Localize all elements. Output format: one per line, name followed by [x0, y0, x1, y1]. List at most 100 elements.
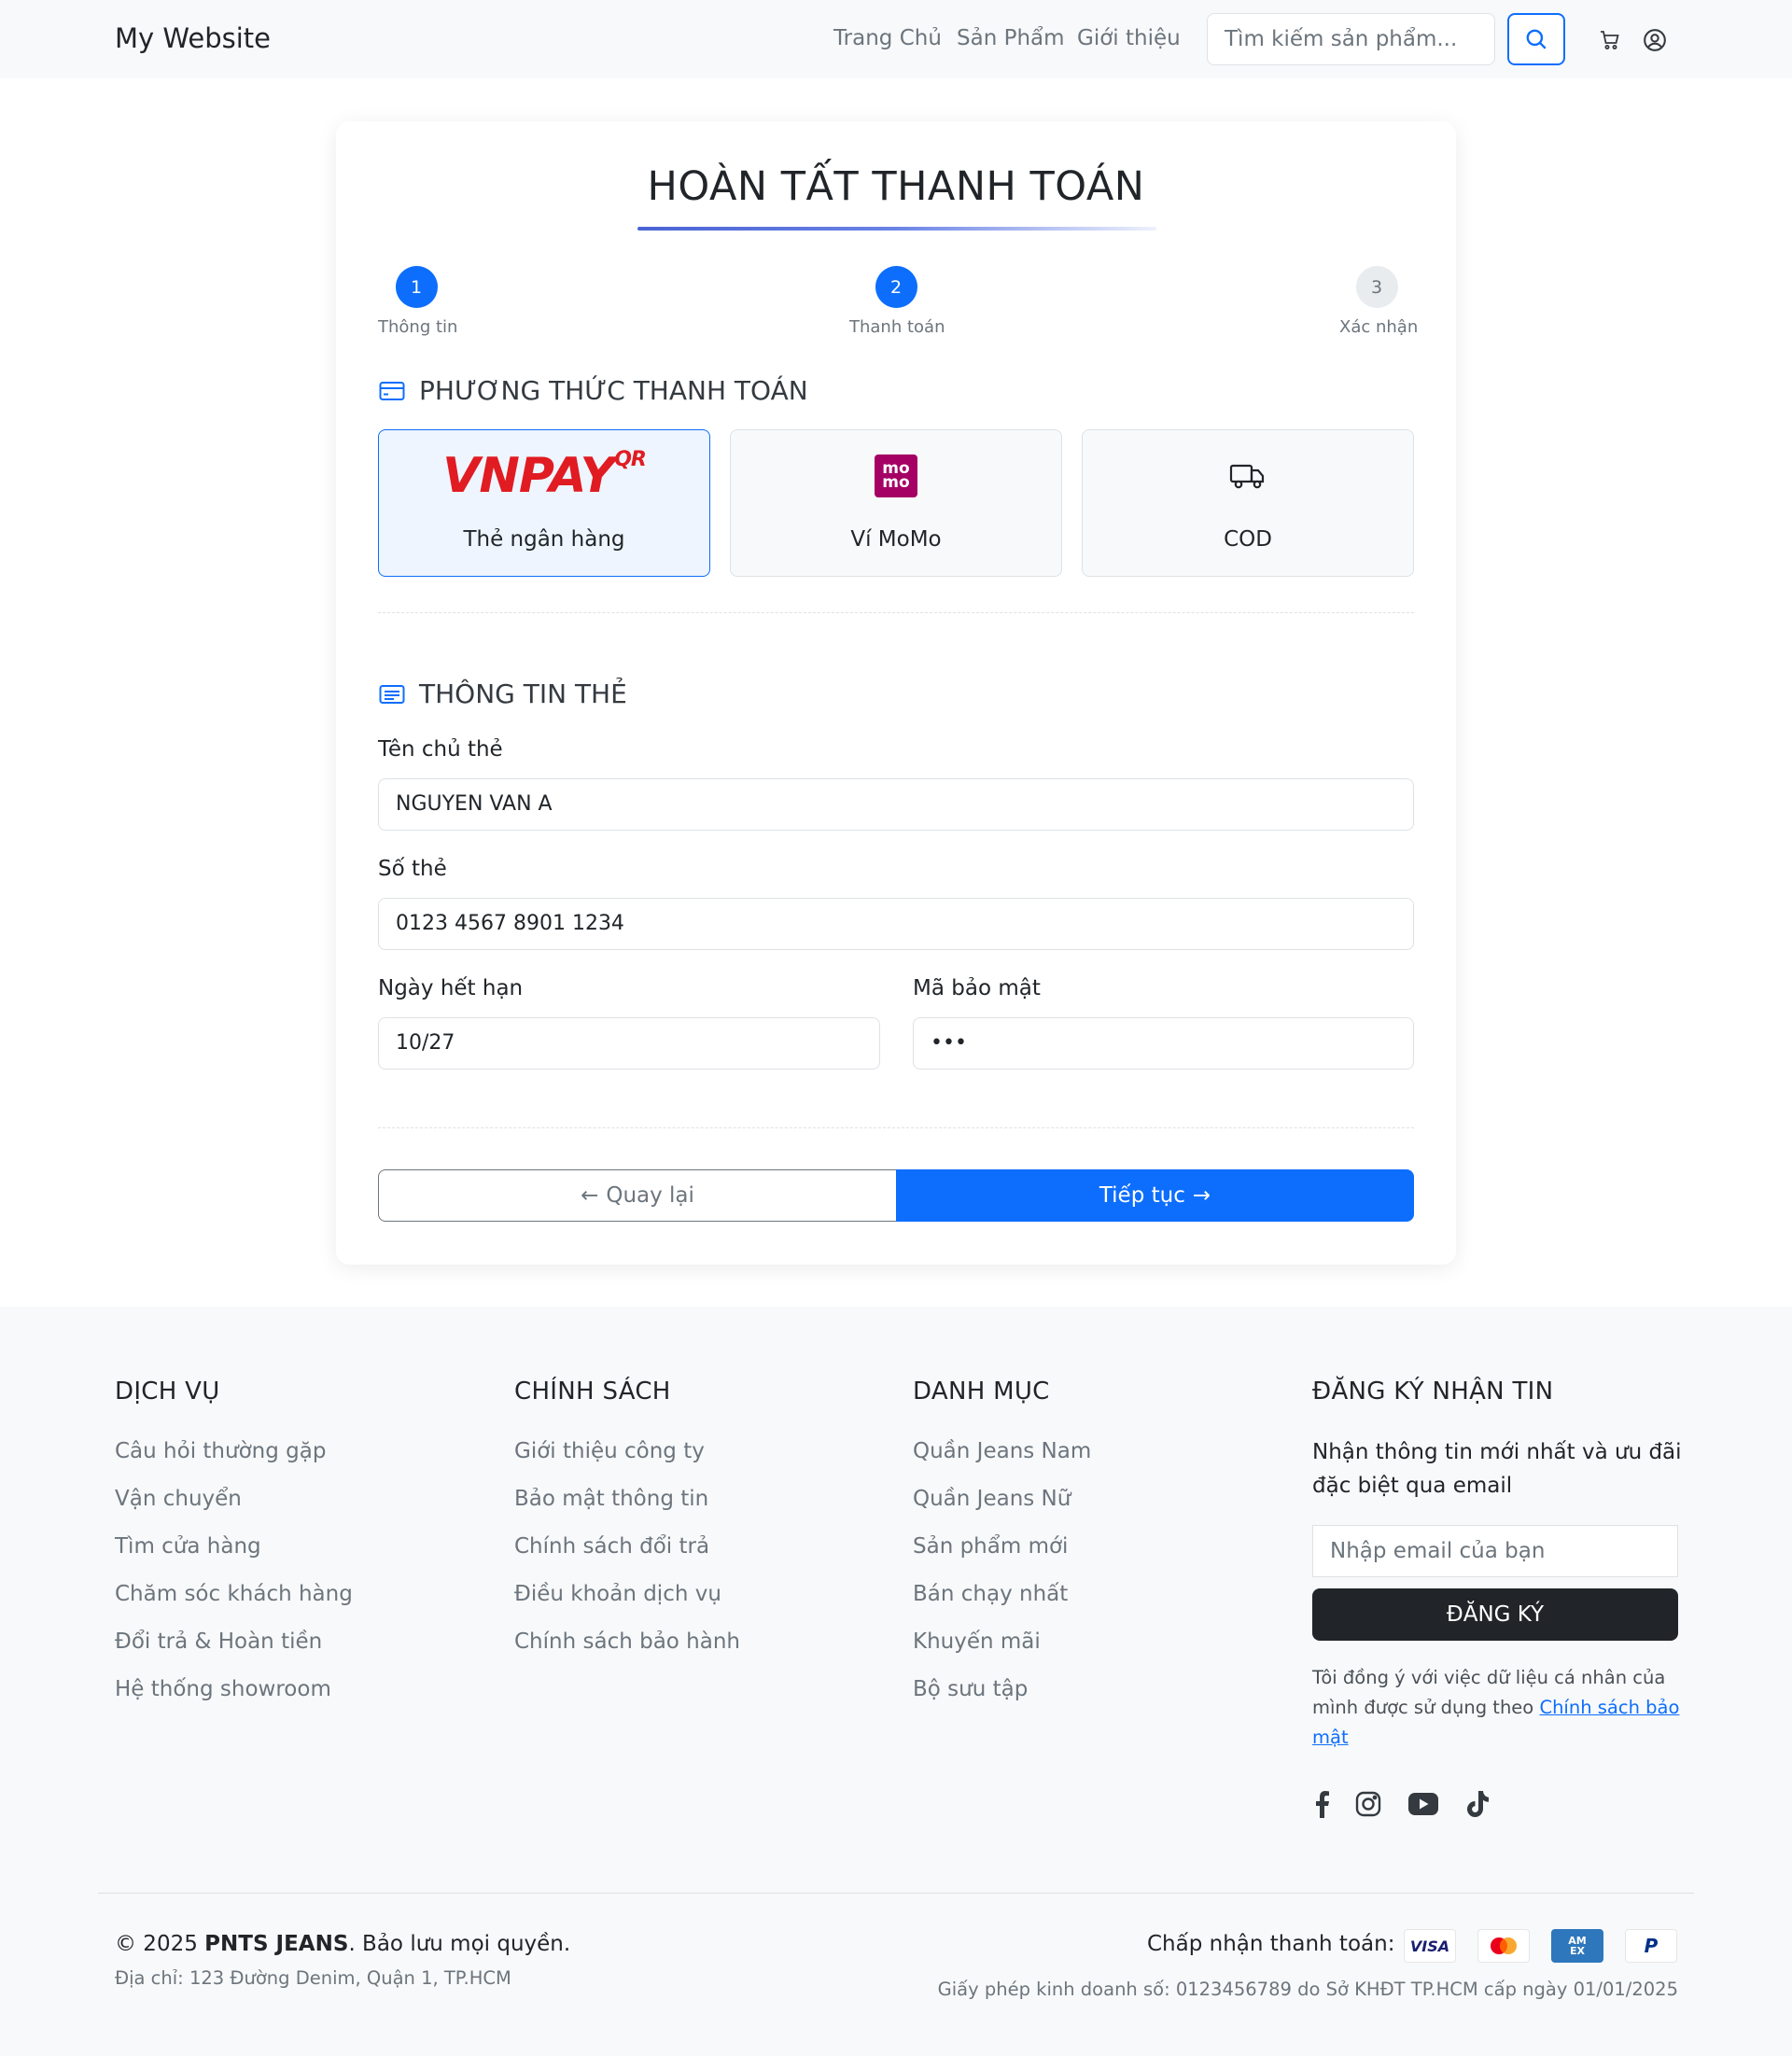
paypal-text: P: [1644, 1935, 1659, 1957]
card-info-heading: THÔNG TIN THẺ: [378, 678, 627, 709]
footer-heading-categories: DANH MỤC: [913, 1378, 1050, 1406]
mastercard-icon: [1477, 1929, 1530, 1963]
payment-method-label: Thẻ ngân hàng: [463, 527, 625, 552]
divider: [378, 1127, 1414, 1128]
momo-logo: mo mo: [731, 447, 1061, 505]
arrow-right-icon: →: [1192, 1183, 1211, 1208]
footer-heading-newsletter: ĐĂNG KÝ NHẬN TIN: [1312, 1378, 1554, 1406]
footer-link[interactable]: Chăm sóc khách hàng: [115, 1582, 353, 1606]
facebook-icon[interactable]: [1305, 1787, 1338, 1821]
copyright-prefix: © 2025: [115, 1932, 198, 1956]
footer-link[interactable]: Vận chuyển: [115, 1487, 242, 1511]
expiry-label: Ngày hết hạn: [378, 976, 524, 1000]
back-button[interactable]: ← Quay lại: [378, 1169, 897, 1222]
title-underline: [637, 227, 1156, 231]
payment-method-heading: PHƯƠNG THỨC THANH TOÁN: [378, 375, 808, 406]
brand-logo[interactable]: My Website: [115, 22, 271, 54]
cvv-input[interactable]: •••: [913, 1017, 1414, 1070]
step-payment: 2 Thanh toán: [849, 266, 945, 337]
footer-heading-services: DỊCH VỤ: [115, 1378, 220, 1406]
user-icon[interactable]: [1641, 26, 1669, 54]
credit-card-icon: [378, 377, 406, 405]
step-label: Thanh toán: [849, 317, 945, 337]
continue-button-label: Tiếp tục: [1099, 1183, 1185, 1208]
truck-icon: [1083, 447, 1413, 505]
nav-link-products[interactable]: Sản Phẩm: [957, 26, 1065, 50]
step-number: 3: [1355, 266, 1398, 308]
cvv-label: Mã bảo mật: [913, 976, 1041, 1000]
footer-link[interactable]: Bán chạy nhất: [913, 1582, 1068, 1606]
newsletter-text: đặc biệt qua email: [1312, 1474, 1513, 1498]
youtube-icon[interactable]: [1407, 1787, 1440, 1821]
step-label: Thông tin: [378, 317, 458, 337]
footer-link[interactable]: Đổi trả & Hoàn tiền: [115, 1629, 322, 1654]
payment-method-label: Ví MoMo: [850, 527, 942, 552]
payment-method-label: COD: [1224, 527, 1272, 552]
footer-link[interactable]: Quần Jeans Nữ: [913, 1487, 1071, 1511]
step-number: 2: [875, 266, 917, 308]
footer-link[interactable]: Khuyến mãi: [913, 1629, 1041, 1654]
step-confirm: 3 Xác nhận: [1339, 266, 1419, 337]
footer-heading-policy: CHÍNH SÁCH: [514, 1378, 671, 1406]
section-title-text: THÔNG TIN THẺ: [419, 678, 627, 709]
vnpay-logo: VNPAYQR: [379, 447, 709, 505]
card-holder-label: Tên chủ thẻ: [378, 737, 503, 762]
card-text-icon: [378, 680, 406, 708]
arrow-left-icon: ←: [581, 1183, 599, 1208]
footer-link[interactable]: Bảo mật thông tin: [514, 1487, 708, 1511]
cart-icon[interactable]: [1596, 26, 1624, 54]
vnpay-logo-text: VNPAY: [442, 448, 615, 504]
footer-link[interactable]: Chính sách đổi trả: [514, 1534, 709, 1559]
back-button-label: Quay lại: [606, 1183, 694, 1208]
card-number-label: Số thẻ: [378, 857, 447, 881]
footer-divider: [98, 1893, 1694, 1894]
visa-icon: VISA: [1404, 1929, 1456, 1963]
address: Địa chỉ: 123 Đường Denim, Quận 1, TP.HCM: [115, 1967, 511, 1989]
business-license: Giấy phép kinh doanh số: 0123456789 do S…: [937, 1979, 1678, 2000]
consent-text: Tôi đồng ý với việc dữ liệu cá nhân của …: [1312, 1663, 1686, 1753]
nav-link-home[interactable]: Trang Chủ: [833, 26, 942, 50]
footer-link[interactable]: Giới thiệu công ty: [514, 1439, 705, 1463]
search-input[interactable]: Tìm kiếm sản phẩm...: [1207, 13, 1495, 65]
paypal-icon: P: [1625, 1929, 1677, 1963]
footer-link[interactable]: Câu hỏi thường gặp: [115, 1439, 326, 1463]
payment-method-cod[interactable]: COD: [1082, 429, 1414, 577]
visa-text: VISA: [1409, 1937, 1450, 1955]
footer-link[interactable]: Bộ sưu tập: [913, 1677, 1028, 1701]
copyright-suffix: . Bảo lưu mọi quyền.: [348, 1932, 571, 1956]
subscribe-button[interactable]: ĐĂNG KÝ: [1312, 1588, 1678, 1641]
instagram-icon[interactable]: [1351, 1787, 1385, 1821]
continue-button[interactable]: Tiếp tục →: [896, 1169, 1414, 1222]
amex-icon: AM EX: [1551, 1929, 1603, 1963]
search-button[interactable]: [1507, 13, 1565, 65]
nav-link-about[interactable]: Giới thiệu: [1077, 26, 1181, 50]
payment-method-vnpay[interactable]: VNPAYQR Thẻ ngân hàng: [378, 429, 710, 577]
vnpay-logo-sup: QR: [614, 448, 647, 471]
step-info: 1 Thông tin: [378, 266, 458, 337]
footer-link[interactable]: Hệ thống showroom: [115, 1677, 331, 1701]
footer-link[interactable]: Chính sách bảo hành: [514, 1629, 740, 1654]
footer-link[interactable]: Quần Jeans Nam: [913, 1439, 1091, 1463]
expiry-input[interactable]: 10/27: [378, 1017, 880, 1070]
search-icon: [1526, 29, 1547, 49]
footer: DỊCH VỤ Câu hỏi thường gặp Vận chuyển Tì…: [0, 1307, 1792, 2056]
payment-method-momo[interactable]: mo mo Ví MoMo: [730, 429, 1062, 577]
momo-logo-text: mo mo: [875, 455, 917, 497]
tiktok-icon[interactable]: [1461, 1787, 1494, 1821]
step-label: Xác nhận: [1339, 317, 1419, 337]
page-title: HOÀN TẤT THANH TOÁN: [647, 163, 1145, 210]
navbar: My Website Trang Chủ Sản Phẩm Giới thiệu…: [0, 0, 1792, 78]
footer-link[interactable]: Điều khoản dịch vụ: [514, 1582, 721, 1606]
card-number-input[interactable]: 0123 4567 8901 1234: [378, 898, 1414, 950]
card-holder-input[interactable]: NGUYEN VAN A: [378, 778, 1414, 831]
newsletter-text: Nhận thông tin mới nhất và ưu đãi: [1312, 1440, 1682, 1464]
divider: [378, 612, 1414, 613]
checkout-card: HOÀN TẤT THANH TOÁN 1 Thông tin 2 Thanh …: [336, 121, 1456, 1265]
footer-link[interactable]: Tìm cửa hàng: [115, 1534, 261, 1559]
copyright-brand: PNTS JEANS: [204, 1932, 349, 1956]
amex-text: AM EX: [1568, 1935, 1587, 1957]
copyright: © 2025 PNTS JEANS. Bảo lưu mọi quyền.: [115, 1932, 570, 1956]
payment-accept-label: Chấp nhận thanh toán:: [1147, 1932, 1395, 1956]
newsletter-email-input[interactable]: Nhập email của bạn: [1312, 1525, 1678, 1577]
footer-link[interactable]: Sản phẩm mới: [913, 1534, 1068, 1559]
